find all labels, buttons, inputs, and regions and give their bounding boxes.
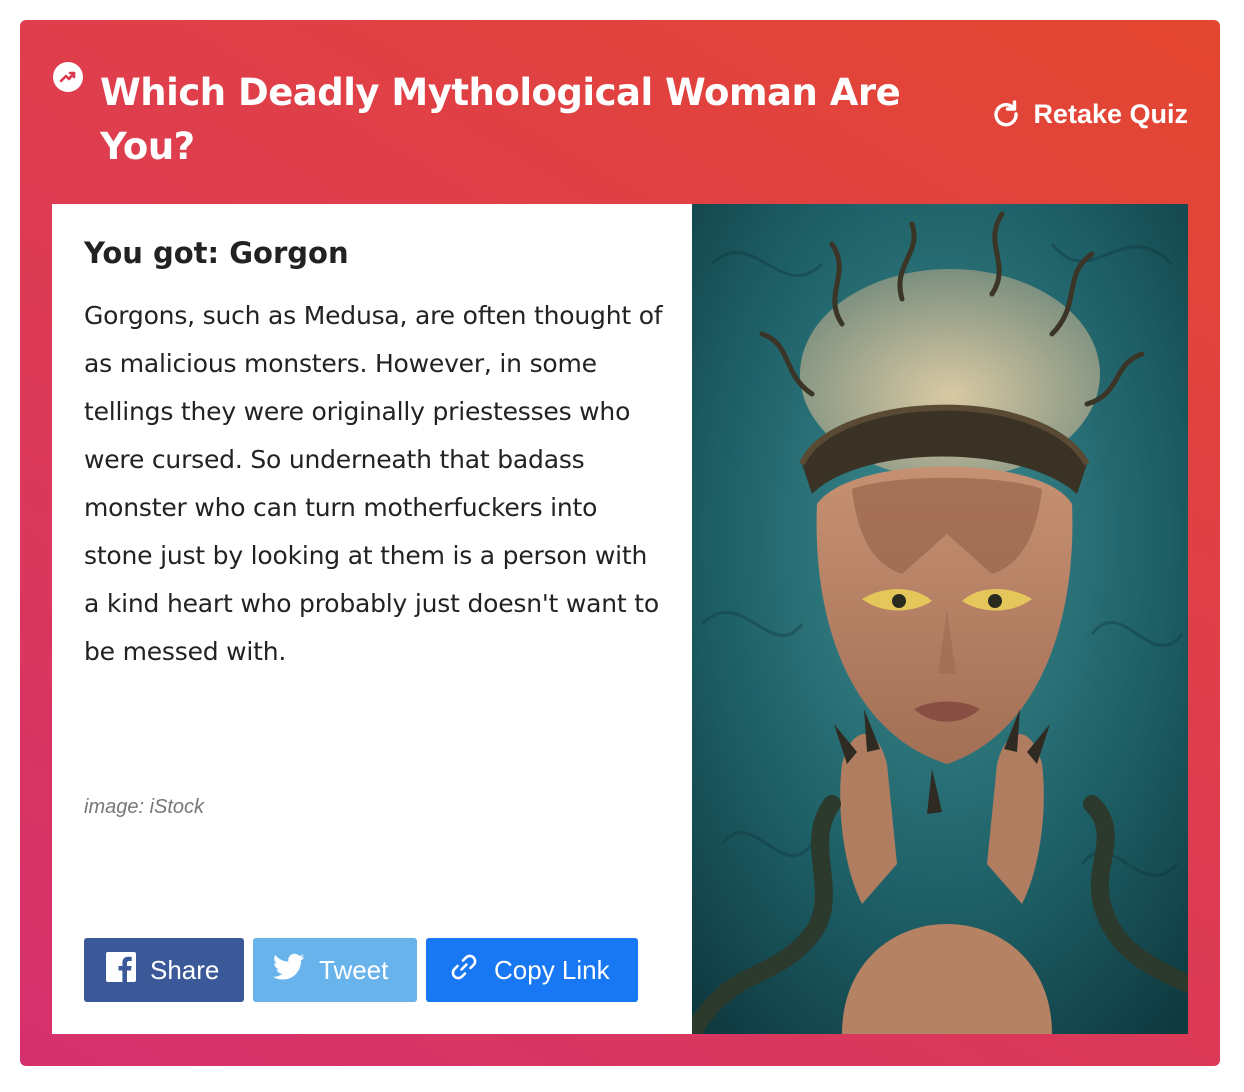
facebook-icon bbox=[106, 951, 136, 989]
image-credit: image: iStock bbox=[84, 796, 205, 818]
twitter-share-label: Tweet bbox=[319, 954, 389, 985]
quiz-title: Which Deadly Mythological Woman Are You? bbox=[100, 71, 901, 168]
link-icon bbox=[448, 951, 480, 990]
result-panel: You got: Gorgon Gorgons, such as Medusa,… bbox=[52, 204, 1188, 1034]
share-buttons: Share Tweet Copy Link bbox=[84, 938, 638, 1002]
facebook-share-button[interactable]: Share bbox=[84, 938, 244, 1002]
result-heading: You got: Gorgon bbox=[84, 236, 349, 270]
gorgon-result-image bbox=[692, 204, 1188, 1034]
quiz-result-card: Which Deadly Mythological Woman Are You?… bbox=[20, 20, 1220, 1066]
trending-icon bbox=[53, 62, 83, 92]
facebook-share-label: Share bbox=[150, 954, 220, 985]
result-description: Gorgons, such as Medusa, are often thoug… bbox=[84, 301, 663, 666]
copy-link-label: Copy Link bbox=[494, 954, 610, 985]
retake-quiz-button[interactable]: Retake Quiz bbox=[991, 96, 1188, 132]
retake-quiz-label: Retake Quiz bbox=[1033, 98, 1188, 129]
twitter-icon bbox=[272, 953, 305, 988]
copy-link-button[interactable]: Copy Link bbox=[426, 938, 638, 1002]
twitter-share-button[interactable]: Tweet bbox=[253, 938, 417, 1002]
result-text-column: You got: Gorgon Gorgons, such as Medusa,… bbox=[52, 204, 692, 1034]
refresh-icon bbox=[991, 99, 1021, 129]
